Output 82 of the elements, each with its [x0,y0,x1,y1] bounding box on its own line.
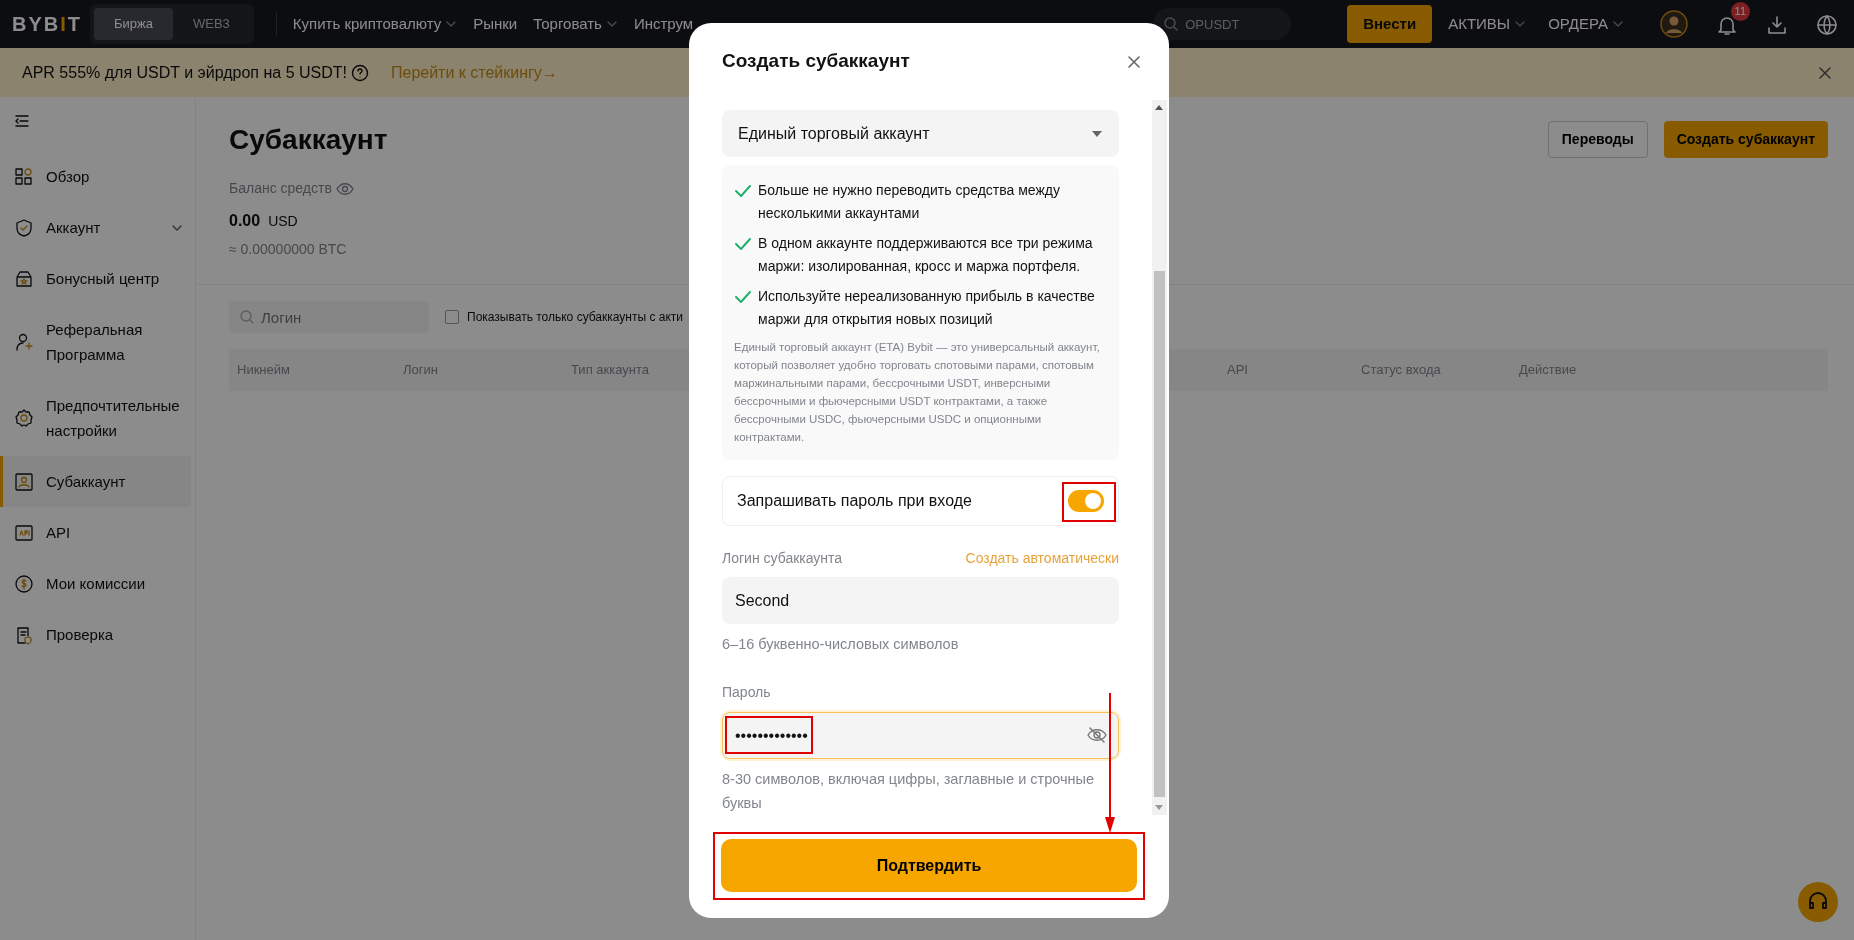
create-subaccount-button[interactable]: Создать субаккаунт [1663,121,1828,158]
user-card-icon [14,471,34,492]
sidebar-item[interactable]: Мои комиссии [0,558,191,609]
btc-value: ≈ 0.00000000 BTC [229,240,347,259]
toggle-label: Запрашивать пароль при входе [737,491,972,511]
page-title: Субаккаунт [229,123,388,157]
column-header: Действие [1518,361,1577,380]
collapse-menu-icon[interactable] [14,113,30,129]
close-icon[interactable] [1127,54,1141,69]
user-plus-icon [14,332,34,352]
field-label: Логин субаккаунта [722,549,843,568]
scrollbar[interactable] [1152,100,1167,815]
sidebar-item[interactable]: Проверка [0,609,191,660]
filter-label: Показывать только субаккаунты с акти [467,309,683,326]
globe-icon[interactable] [1816,13,1838,36]
check-icon [734,235,752,253]
sidebar-item[interactable]: Предпочтительные настройки [0,380,191,456]
nav-link[interactable]: Торговать [533,12,618,36]
notification-badge: 11 [1730,2,1750,21]
balance-label: Баланс средств [229,179,332,198]
menu-link[interactable]: АКТИВЫ [1448,12,1527,36]
hint-text: 6–16 буквенно-числовых символов [722,635,960,654]
sidebar-item[interactable]: API [0,507,191,558]
benefit-text: В одном аккаунте поддерживаются все три режима маржи: изолированная, кросс и маржа портфеля. [758,234,1094,276]
sidebar-item[interactable]: Бонусный центр [0,253,191,304]
sidebar-item[interactable]: Субаккаунт [0,456,191,507]
password-field[interactable]: ••••••••••••• [722,712,1119,759]
currency-label: USD [268,212,298,231]
hidden-eye-icon[interactable] [1087,726,1107,744]
help-icon [351,63,369,82]
column-header: Логин [402,361,438,380]
mode-tab[interactable]: WEB3 [172,8,250,40]
grid-icon [14,166,34,187]
shield-icon [14,217,34,238]
sidebar-item[interactable]: Реферальная Программа [0,304,191,380]
search-field[interactable]: OPUSDT [1153,8,1292,40]
support-icon[interactable] [1798,882,1838,922]
check-icon [734,288,752,306]
logo[interactable]: BYBIT [12,9,90,39]
field-label: Пароль [722,683,771,702]
coin-icon [14,573,34,594]
caret-down-icon [1091,128,1103,139]
dialog-title: Создать субаккаунт [722,50,910,73]
search-icon [1163,16,1180,32]
check-icon [734,182,752,200]
deposit-button[interactable]: Внести [1347,4,1433,44]
sidebar-item[interactable]: Обзор [0,151,191,202]
gear-icon [14,408,34,428]
clipboard-icon [14,624,34,645]
nav-link[interactable]: Рынки [473,12,518,36]
account-type-select[interactable]: Единый торговый аккаунт [722,110,1119,157]
scroll-down-icon [1155,805,1163,811]
balance-value: 0.00 [229,211,261,231]
transfers-button[interactable]: Переводы [1547,121,1648,158]
checkbox[interactable] [445,310,459,324]
api-icon [14,522,34,543]
column-header: Никнейм [236,361,290,380]
eye-icon[interactable] [335,181,354,196]
menu-link[interactable]: ОРДЕРА [1548,12,1624,36]
column-header: API [1226,361,1248,380]
download-icon[interactable] [1766,13,1788,36]
banner-text: APR 555% для USDT и эйрдроп на 5 USDT! [22,62,347,83]
search-icon [239,309,255,325]
scroll-up-icon [1155,104,1163,110]
column-header: Тип аккаунта [570,361,649,380]
confirm-button[interactable]: Подтвердить [721,839,1137,892]
benefit-text: Больше не нужно переводить средства между несколькими аккаунтами [758,181,1061,223]
nav-link[interactable]: Инструм [633,12,694,36]
sidebar-item[interactable]: Аккаунт [0,202,191,253]
column-header: Статус входа [1360,361,1441,380]
description-text: Единый торговый аккаунт (ETA) Bybit — это универсальный аккаунт, который позволяет удобно торговать спотовыми парами, спотовым маржинальными парами, бессрочными USDT, инверсными бессрочными и фьючерсными USDT контрактами, а также бессрочными USDC, фьючерсными USDC и опционными контрактами. [734,340,1101,445]
benefit-text: Используйте нереализованную прибыль в качестве маржи для открытия новых позиций [758,287,1096,329]
close-icon[interactable] [1818,65,1832,80]
login-field[interactable]: Second [722,577,1119,624]
nav-link[interactable]: Купить криптовалюту [292,12,458,36]
toggle-switch[interactable] [1068,490,1104,512]
highlight-frame [1062,482,1116,522]
avatar-icon[interactable] [1660,10,1688,38]
mode-tab[interactable]: Биржа [94,8,173,40]
search-field[interactable]: Логин [229,301,429,333]
hint-text: 8-30 символов, включая цифры, заглавные и строчные буквы [722,770,1094,813]
gift-box-icon [14,268,34,289]
